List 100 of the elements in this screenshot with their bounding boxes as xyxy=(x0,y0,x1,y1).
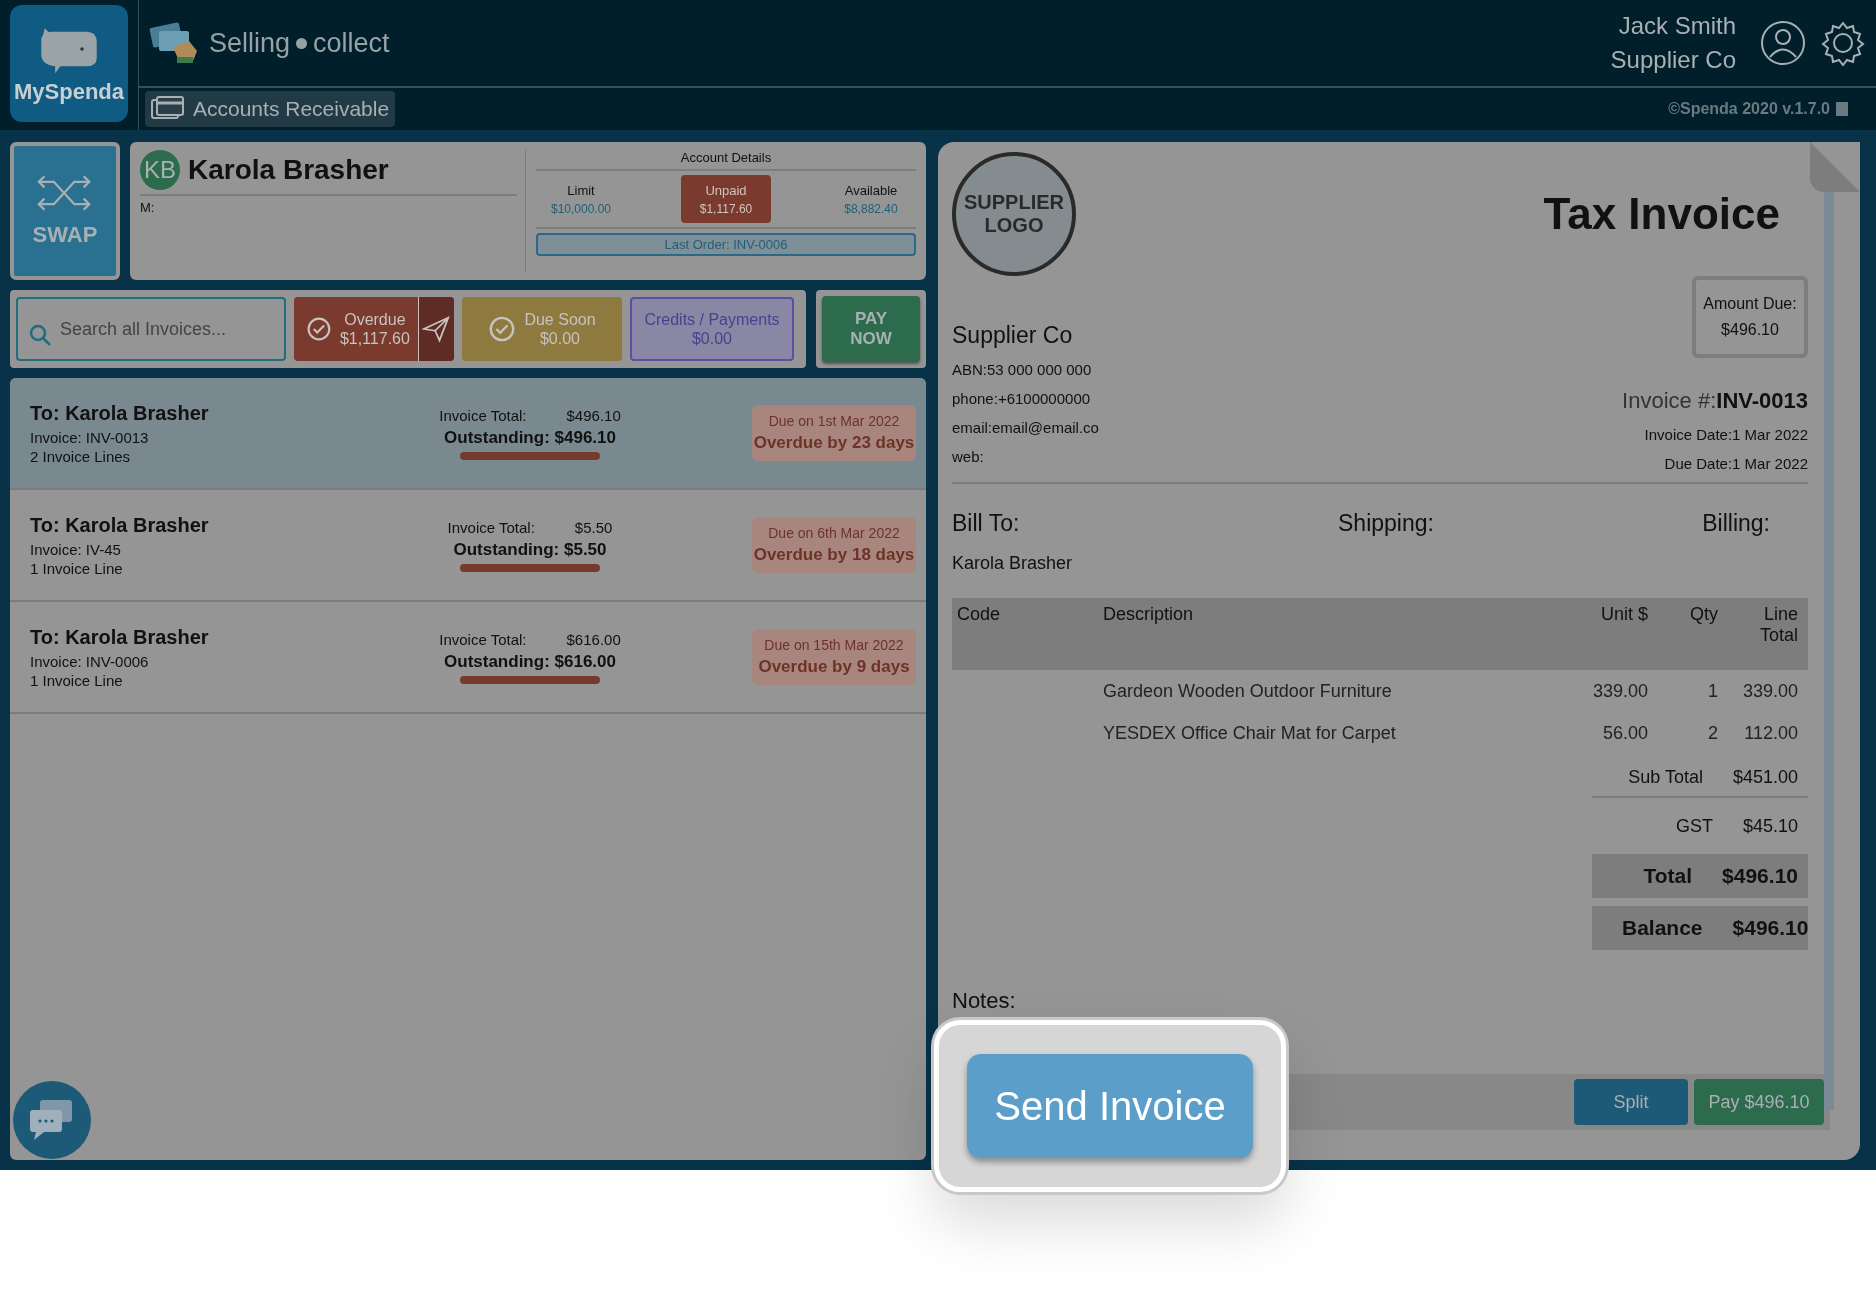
due-date: Due on 15th Mar 2022 xyxy=(764,637,904,653)
total-value: $496.10 xyxy=(1722,864,1798,888)
table-cell-text: 339.00 xyxy=(1591,680,1649,702)
customer-name: Karola Brasher xyxy=(188,154,389,186)
chat-icon[interactable] xyxy=(12,1080,92,1160)
version-text: ©Spenda 2020 v.1.7.0 xyxy=(1668,100,1830,118)
outstanding-amount: Outstanding: $616.00 xyxy=(444,651,616,672)
total-value: $496.10 xyxy=(1732,916,1809,940)
line-count: 1 Invoice Line xyxy=(30,671,124,689)
search-icon xyxy=(28,323,52,347)
total-label: Invoice Total: xyxy=(439,406,527,424)
total-label: GST xyxy=(1674,815,1713,837)
swap-button[interactable]: SWAP xyxy=(10,142,120,280)
column-header: Code xyxy=(956,604,1002,626)
supplier-detail: email:email@email.co xyxy=(952,419,1099,436)
total-value: $496.10 xyxy=(566,406,621,424)
invoice-row[interactable]: To: Karola Brasher Invoice: IV-45 1 Invoice Line Invoice Total: $5.50 Outstanding: $5.50 Due on 6th Mar 2022 Overdue by 18 days xyxy=(10,490,926,602)
supplier-detail: web: xyxy=(952,448,985,465)
total-value: $5.50 xyxy=(574,518,613,536)
invoice-date: Invoice Date:1 Mar 2022 xyxy=(1644,426,1808,443)
recipient-name: To: Karola Brasher xyxy=(30,513,210,537)
account-details-title: Account Details xyxy=(536,150,916,171)
last-order-badge[interactable]: Last Order: INV-0006 xyxy=(536,233,916,256)
total-value: $45.10 xyxy=(1742,815,1798,837)
check-circle-icon xyxy=(488,315,517,343)
table-cell-text: YESDEX Office Chair Mat for Carpet xyxy=(1102,722,1397,744)
line-count: 2 Invoice Lines xyxy=(30,447,132,465)
table-cell-text: 339.00 xyxy=(1741,680,1799,702)
supplier-detail: phone:+6100000000 xyxy=(952,390,1092,407)
card-icon xyxy=(151,96,185,122)
separator-dot xyxy=(296,37,308,49)
amount-due-box: Amount Due: $496.10 xyxy=(1692,276,1808,358)
bill-to-name: Karola Brasher xyxy=(952,553,1074,574)
split-button[interactable]: Split xyxy=(1574,1079,1688,1125)
user-name: Jack Smith xyxy=(1618,11,1736,41)
outstanding-amount: Outstanding: $496.10 xyxy=(444,427,616,448)
accounts-tab[interactable]: Accounts Receivable xyxy=(145,91,396,127)
check-circle-icon xyxy=(306,315,332,343)
module-subtitle: collect xyxy=(313,27,390,59)
document-title: Tax Invoice xyxy=(1543,189,1780,239)
due-date: Due on 6th Mar 2022 xyxy=(768,525,900,541)
search-field[interactable]: Search all Invoices... xyxy=(16,297,286,361)
table-cell-text: 1 xyxy=(1707,680,1719,702)
supplier-detail: ABN:53 000 000 000 xyxy=(952,361,1093,378)
address-heading: Billing: xyxy=(1702,510,1770,537)
account-stat: Unpaid $1,117.60 xyxy=(681,175,771,223)
company-name: Supplier Co xyxy=(1610,45,1736,75)
invoice-row[interactable]: To: Karola Brasher Invoice: INV-0006 1 Invoice Line Invoice Total: $616.00 Outstanding: $616.00 Due on 15th Mar 2022 Overdue by 9 days xyxy=(10,602,926,714)
invoice-number: Invoice #:INV-0013 xyxy=(1622,388,1808,414)
paper-plane-icon xyxy=(422,315,451,343)
invoice-date: Due Date:1 Mar 2022 xyxy=(1664,455,1808,472)
send-invoice-button[interactable]: Send Invoice xyxy=(967,1054,1253,1158)
total-label: Total xyxy=(1642,864,1693,888)
due-date: Due on 1st Mar 2022 xyxy=(768,413,900,429)
supplier-logo: SUPPLIER LOGO xyxy=(952,152,1076,276)
filter-button[interactable]: Due Soon $0.00 xyxy=(462,297,622,361)
filter-button[interactable]: Credits / Payments $0.00 xyxy=(630,297,794,361)
shuffle-icon xyxy=(37,174,93,212)
scrollbar[interactable] xyxy=(1824,192,1834,1110)
invoice-number: Invoice: INV-0013 xyxy=(30,428,150,446)
filter-button[interactable]: Overdue $1,117.60 xyxy=(294,297,454,361)
overdue-days: Overdue by 9 days xyxy=(758,657,910,677)
notes-label: Notes: xyxy=(952,988,1017,1014)
supplier-name: Supplier Co xyxy=(952,322,1074,349)
mobile-label: M: xyxy=(140,200,156,215)
app-logo[interactable]: MySpenda xyxy=(10,5,128,122)
column-header: Unit $ xyxy=(1599,604,1649,626)
invoice-row[interactable]: To: Karola Brasher Invoice: INV-0013 2 Invoice Lines Invoice Total: $496.10 Outstanding: $496.10 Due on 1st Mar 2022 Overdue by 23 days xyxy=(10,378,926,490)
table-cell-text: 56.00 xyxy=(1601,722,1649,744)
account-stat: Limit $10,000.00 xyxy=(549,181,613,218)
logo-text: MySpenda xyxy=(14,78,124,105)
line-count: 1 Invoice Line xyxy=(30,559,124,577)
account-stat: Available $8,882.40 xyxy=(843,181,899,218)
address-heading: Bill To: xyxy=(952,510,1021,537)
total-label: Invoice Total: xyxy=(447,518,535,536)
pay-button[interactable]: Pay $496.10 xyxy=(1694,1079,1824,1125)
column-header: Line Total xyxy=(1758,604,1799,647)
address-heading: Shipping: xyxy=(1338,510,1434,537)
column-header: Qty xyxy=(1689,604,1719,626)
total-label: Invoice Total: xyxy=(439,630,527,648)
total-value: $616.00 xyxy=(566,630,621,648)
recipient-name: To: Karola Brasher xyxy=(30,401,210,425)
total-label: Balance xyxy=(1622,916,1703,940)
recipient-name: To: Karola Brasher xyxy=(30,625,210,649)
invoice-number: Invoice: IV-45 xyxy=(30,540,122,558)
table-cell-text: Gardeon Wooden Outdoor Furniture xyxy=(1102,680,1393,702)
card-hand-icon xyxy=(149,21,199,65)
outstanding-amount: Outstanding: $5.50 xyxy=(453,539,607,560)
overdue-days: Overdue by 18 days xyxy=(753,545,915,565)
user-icon[interactable] xyxy=(1760,20,1806,66)
total-label: Sub Total xyxy=(1627,766,1703,788)
page-fold xyxy=(1810,142,1860,192)
settings-icon[interactable] xyxy=(1820,20,1866,66)
column-header: Description xyxy=(1102,604,1195,626)
total-value: $451.00 xyxy=(1732,766,1798,788)
table-cell-text: 112.00 xyxy=(1743,722,1799,744)
initials-avatar: KB xyxy=(140,150,180,190)
pay-now-button[interactable]: PAY NOW xyxy=(822,296,920,362)
table-cell-text: 2 xyxy=(1707,722,1719,744)
invoice-number: Invoice: INV-0006 xyxy=(30,652,150,670)
